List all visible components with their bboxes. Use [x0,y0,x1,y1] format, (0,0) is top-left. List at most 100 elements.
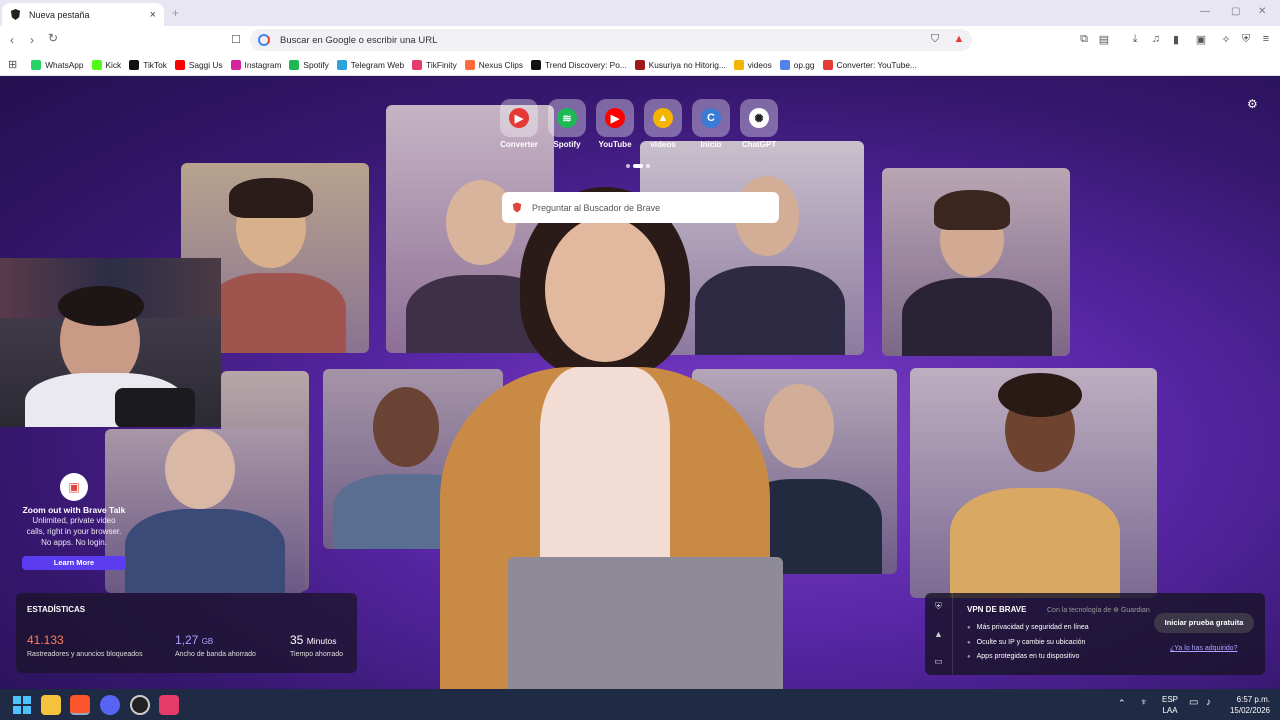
bookmark-favicon-icon [91,59,102,70]
top-site-tile[interactable]: ▶ YouTube [596,99,634,149]
bookmark-favicon-icon [230,59,241,70]
new-tab-button[interactable]: + [172,6,179,20]
discord-icon[interactable] [100,695,120,715]
learn-more-button[interactable]: Learn More [22,556,126,570]
language-indicator[interactable]: ESP LAA [1162,694,1178,716]
tab-new-tab[interactable]: Nueva pestaña × [2,3,164,26]
search-placeholder: Preguntar al Buscador de Brave [532,202,661,213]
background-hero-person [410,177,790,689]
system-clock[interactable]: 6:57 p.m. 15/02/2026 [1230,694,1270,716]
trackers-value: 41.133 [27,633,64,647]
extensions-icon[interactable]: ⧉ [1077,32,1091,46]
rewards-triangle-icon[interactable]: ▲ [934,629,943,639]
top-sites-pager[interactable] [626,164,650,168]
talk-desc-1: Unlimited, private video [32,516,116,525]
bookmark-item[interactable]: videos [733,59,772,70]
bookmark-item[interactable]: WhatsApp [31,59,84,70]
apps-grid-icon[interactable]: ⊞ [8,58,17,71]
bookmark-label: Saggi Us [188,59,223,70]
brave-search-box[interactable]: Preguntar al Buscador de Brave [502,192,779,223]
reader-icon[interactable]: ▤ [1097,32,1111,46]
top-site-icon: ▶ [596,99,634,137]
brave-search-icon [512,202,522,213]
video-camera-icon: ▣ [60,473,88,501]
bookmark-label: Nexus Clips [478,59,523,70]
google-icon [258,34,270,46]
bandwidth-unit: GB [201,637,214,646]
top-site-tile[interactable]: ▲ videos [644,99,682,149]
bookmark-item[interactable]: Kusuriya no Hitorig... [634,59,726,70]
brave-shields-icon[interactable]: ⛉ [928,32,942,46]
microphone-icon[interactable]: ♆ [1140,697,1148,708]
gear-icon[interactable]: ⚙ [1247,97,1258,111]
sidebar-icon[interactable]: ▮ [1169,32,1183,46]
top-site-glyph: ▶ [509,108,529,128]
top-site-tile[interactable]: C Inicio [692,99,730,149]
bookmark-item[interactable]: TikTok [129,59,167,70]
bookmark-item[interactable]: Spotify [289,59,329,70]
bookmark-label: WhatsApp [45,59,84,70]
obs-icon[interactable] [130,695,150,715]
back-icon[interactable]: ‹ [10,33,14,47]
reload-icon[interactable]: ↻ [48,31,58,45]
close-tab-icon[interactable]: × [150,9,156,21]
bookmark-item[interactable]: Kick [91,59,122,70]
start-trial-button[interactable]: Iniciar prueba gratuita [1154,613,1254,633]
brave-rewards-icon[interactable]: ▲ [952,32,966,46]
network-icon[interactable]: ▭ [1189,697,1198,708]
brave-icon [10,9,21,20]
bookmark-label: op.gg [793,59,815,70]
stats-widget: ESTADÍSTICAS 41.133 Rastreadores y anunc… [16,593,357,673]
bookmark-label: Instagram [244,59,282,70]
bookmark-item[interactable]: Instagram [230,59,282,70]
vpn-shield-icon[interactable]: ⛨ [935,601,942,612]
time-label: Tiempo ahorrado [290,651,344,658]
bookmark-item[interactable]: Trend Discovery: Po... [530,59,627,70]
top-site-glyph: ✺ [749,108,769,128]
language-code: ESP [1162,695,1179,704]
bookmark-icon[interactable]: ☐ [229,32,243,46]
clock-time: 6:57 p.m. [1236,695,1270,704]
talk-camera-icon[interactable]: ▭ [934,656,943,667]
bookmark-item[interactable]: Nexus Clips [464,59,523,70]
chevron-up-icon[interactable]: ⌃ [1118,698,1126,709]
windows-start-icon[interactable] [12,695,32,715]
top-site-tile[interactable]: ✺ ChatGPT [740,99,778,149]
time-unit: Minutos [306,636,337,646]
bookmark-item[interactable]: TikFinity [412,59,457,70]
minimize-button[interactable]: — [1200,6,1210,17]
bookmark-label: Spotify [303,59,329,70]
top-site-tile[interactable]: ≋ Spotify [548,99,586,149]
bookmark-favicon-icon [289,59,300,70]
brave-browser-icon[interactable] [70,695,90,715]
close-window-button[interactable]: ✕ [1258,6,1266,17]
time-value: 35 [290,633,304,647]
top-site-tile[interactable]: ▶ Converter [500,99,538,149]
forward-icon[interactable]: › [30,33,34,47]
tab-strip: Nueva pestaña × + — ▢ ✕ [0,0,1280,26]
already-purchased-link[interactable]: ¿Ya lo has adquirido? [1170,645,1238,652]
volume-icon[interactable]: ♪ [1206,697,1211,708]
talk-title: Zoom out with Brave Talk [22,505,126,515]
bandwidth-value: 1,27 [175,633,199,647]
bookmark-favicon-icon [412,59,423,70]
bookmark-label: Kick [105,59,122,70]
downloads-icon[interactable]: ⤓ [1128,32,1142,46]
top-site-label: Spotify [553,140,581,149]
address-bar[interactable]: Buscar en Google o escribir una URL [250,29,972,51]
menu-icon[interactable]: ≡ [1259,32,1273,46]
leo-icon[interactable]: ✧ [1219,32,1233,46]
media-icon[interactable]: ♫ [1149,32,1163,46]
file-explorer-icon[interactable] [41,695,61,715]
bookmark-item[interactable]: Converter: YouTube... [822,59,917,70]
bookmark-label: Telegram Web [350,59,405,70]
maximize-button[interactable]: ▢ [1231,6,1240,17]
top-site-glyph: ≋ [557,108,577,128]
tiktok-live-icon[interactable] [159,695,179,715]
bookmark-item[interactable]: op.gg [779,59,815,70]
top-site-label: videos [650,140,676,149]
wallet-icon[interactable]: ▣ [1194,32,1208,46]
bookmark-item[interactable]: Telegram Web [336,59,405,70]
bookmark-item[interactable]: Saggi Us [174,59,223,70]
vpn-icon[interactable]: ⛨ [1239,32,1253,46]
